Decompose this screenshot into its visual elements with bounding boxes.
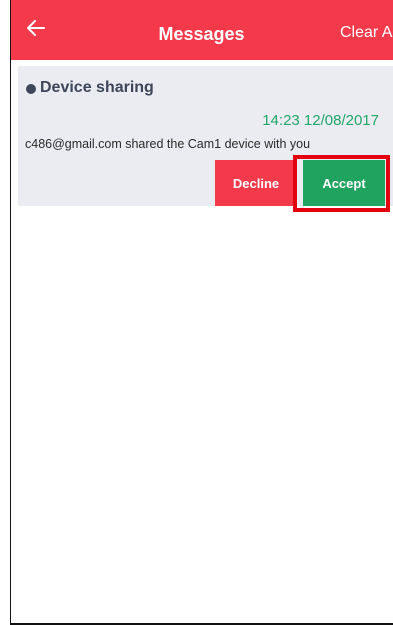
clear-all-button[interactable]: Clear All bbox=[340, 24, 393, 42]
page-title: Messages bbox=[158, 24, 245, 44]
unread-dot-icon bbox=[26, 84, 36, 94]
notification-title: Device sharing bbox=[40, 79, 154, 96]
frame-border bbox=[10, 0, 11, 625]
app-bar: Messages Clear All bbox=[10, 0, 393, 60]
decline-button[interactable]: Decline bbox=[215, 160, 297, 206]
arrow-left-icon bbox=[27, 19, 45, 41]
notification-card: Device sharing 14:23 12/08/2017 c486@gma… bbox=[18, 66, 393, 206]
back-button[interactable] bbox=[22, 16, 50, 44]
app-screen: Messages Clear All Device sharing 14:23 … bbox=[10, 0, 393, 625]
notification-message: c486@gmail.com shared the Cam1 device wi… bbox=[25, 137, 311, 151]
accept-button[interactable]: Accept bbox=[303, 160, 385, 206]
notification-timestamp: 14:23 12/08/2017 bbox=[262, 112, 379, 129]
